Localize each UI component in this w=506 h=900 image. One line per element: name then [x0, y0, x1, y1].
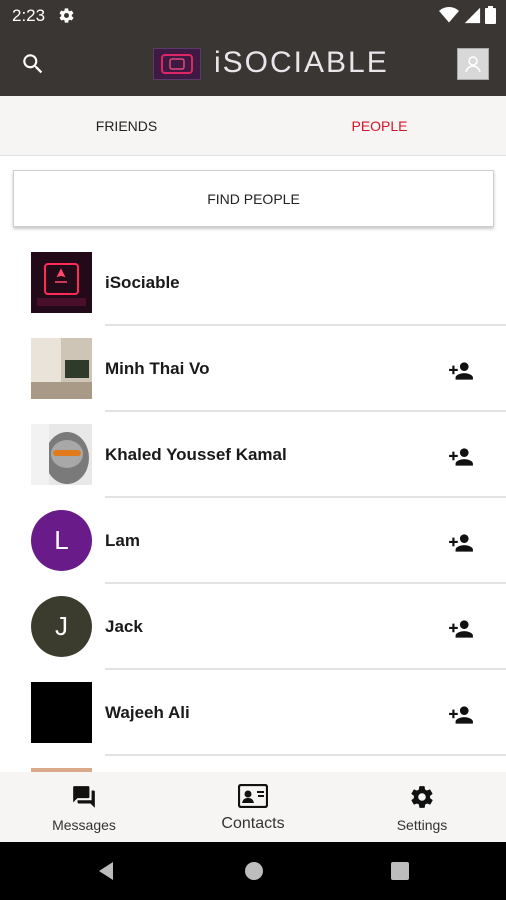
tab-bar: FRIENDS PEOPLE — [0, 96, 506, 156]
tab-friends[interactable]: FRIENDS — [0, 96, 253, 156]
app-bar: iSOCIABLE — [0, 32, 506, 96]
nav-settings[interactable]: Settings — [338, 772, 506, 842]
chat-icon — [70, 784, 98, 815]
person-name: iSociable — [105, 273, 180, 292]
avatar: J — [31, 596, 92, 657]
tab-people[interactable]: PEOPLE — [253, 96, 506, 156]
status-time: 2:23 — [12, 6, 46, 25]
avatar — [31, 252, 92, 313]
person-name: Minh Thai Vo — [105, 359, 210, 378]
people-list: iSociable Minh Thai Vo Khaled Youssef Ka… — [0, 240, 506, 842]
list-item[interactable]: Wajeeh Ali — [0, 670, 506, 756]
nav-contacts[interactable]: Contacts — [169, 772, 337, 842]
avatar: L — [31, 510, 92, 571]
status-bar: 2:23 — [0, 0, 506, 32]
wifi-icon — [439, 7, 459, 23]
nav-messages[interactable]: Messages — [0, 772, 168, 842]
recents-icon[interactable] — [391, 862, 409, 880]
person-name: Wajeeh Ali — [105, 703, 190, 722]
bottom-navigation: Messages Contacts Settings — [0, 772, 506, 842]
status-settings-icon — [58, 7, 75, 29]
avatar-letter: J — [55, 611, 68, 641]
list-item[interactable]: J Jack — [0, 584, 506, 670]
home-icon[interactable] — [244, 861, 264, 881]
list-item[interactable]: iSociable — [0, 240, 506, 326]
nav-label: Messages — [52, 817, 116, 833]
system-navigation-bar — [0, 842, 506, 900]
battery-icon — [485, 6, 496, 24]
list-item[interactable]: Minh Thai Vo — [0, 326, 506, 412]
list-item[interactable]: Khaled Youssef Kamal — [0, 412, 506, 498]
signal-icon — [464, 7, 481, 24]
gear-icon — [409, 784, 435, 815]
avatar — [31, 338, 92, 399]
profile-avatar-button[interactable] — [457, 48, 489, 80]
nav-label: Settings — [396, 817, 448, 833]
person-name: Jack — [105, 617, 143, 636]
app-logo — [153, 48, 201, 80]
list-item[interactable]: L Lam — [0, 498, 506, 584]
status-indicators — [439, 6, 496, 24]
add-friend-icon[interactable] — [446, 530, 476, 561]
avatar — [31, 424, 92, 485]
add-friend-icon[interactable] — [446, 358, 476, 389]
back-icon[interactable] — [96, 861, 116, 881]
contact-card-icon — [237, 783, 269, 813]
person-name: Lam — [105, 531, 140, 550]
nav-label: Contacts — [221, 815, 285, 832]
find-people-button[interactable]: FIND PEOPLE — [13, 170, 494, 227]
add-friend-icon[interactable] — [446, 444, 476, 475]
app-title: iSOCIABLE — [214, 46, 389, 79]
avatar-letter: L — [54, 525, 69, 555]
add-friend-icon[interactable] — [446, 702, 476, 733]
user-placeholder-icon — [465, 56, 481, 73]
search-icon[interactable] — [20, 51, 46, 82]
add-friend-icon[interactable] — [446, 616, 476, 647]
avatar — [31, 682, 92, 743]
person-name: Khaled Youssef Kamal — [105, 445, 287, 464]
